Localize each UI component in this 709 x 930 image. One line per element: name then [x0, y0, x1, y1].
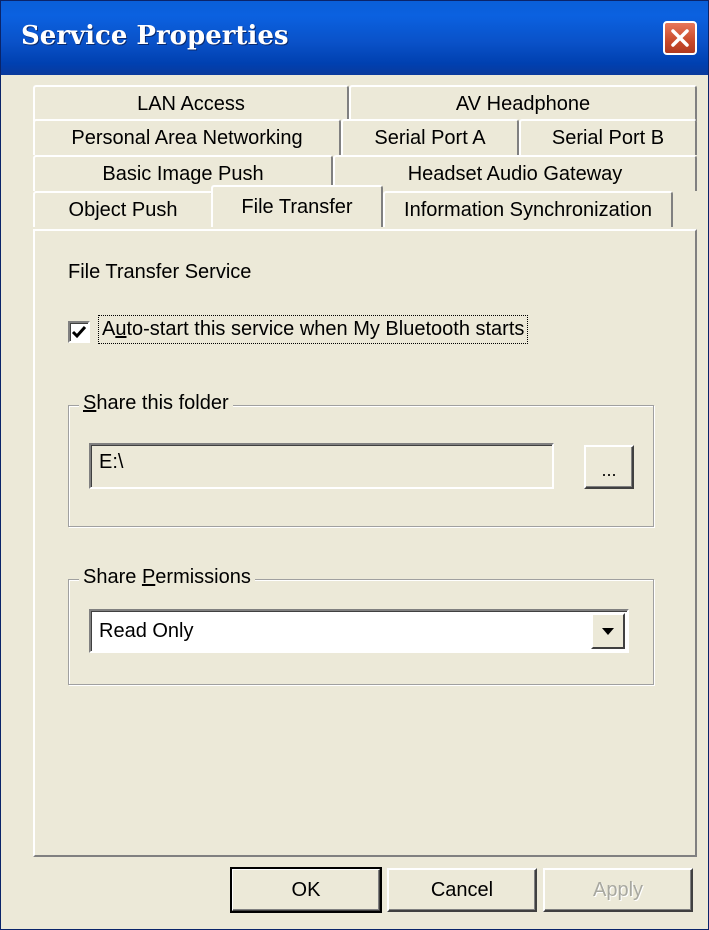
share-permissions-select[interactable]: Read Only: [89, 609, 629, 653]
tab-av-headphone[interactable]: AV Headphone: [349, 85, 697, 121]
selected-permission: Read Only: [99, 620, 194, 642]
tab-information-synchronization[interactable]: Information Synchronization: [383, 191, 673, 227]
share-permissions-title: Share Permissions: [79, 566, 255, 589]
autostart-checkbox[interactable]: [68, 321, 90, 343]
share-folder-path-field[interactable]: E:\: [89, 443, 554, 489]
tab-label: Serial Port B: [551, 126, 665, 149]
dropdown-button[interactable]: [591, 613, 625, 649]
title-mnemonic: S: [83, 392, 97, 414]
title-mnemonic: P: [141, 566, 156, 588]
window-title: Service Properties: [21, 21, 289, 51]
title-bar[interactable]: Service Properties: [1, 1, 708, 75]
tab-label: AV Headphone: [455, 92, 591, 115]
tab-serial-port-a[interactable]: Serial Port A: [341, 119, 519, 155]
autostart-label[interactable]: Auto-start this service when My Bluetoot…: [97, 315, 529, 344]
close-button[interactable]: [663, 21, 697, 55]
tab-label: Personal Area Networking: [71, 126, 303, 149]
tab-file-transfer[interactable]: File Transfer: [211, 185, 383, 227]
share-folder-title: Share this folder: [79, 392, 233, 415]
tab-label: Information Synchronization: [404, 198, 652, 221]
apply-button[interactable]: Apply: [543, 868, 693, 912]
tab-personal-area-networking[interactable]: Personal Area Networking: [33, 119, 341, 155]
tab-lan-access[interactable]: LAN Access: [33, 85, 349, 121]
tab-label: Serial Port A: [374, 126, 486, 149]
tab-headset-audio-gateway[interactable]: Headset Audio Gateway: [333, 155, 697, 191]
title-part: ermissions: [155, 566, 251, 588]
tab-label: Object Push: [68, 198, 178, 221]
service-title: File Transfer Service: [68, 261, 252, 283]
chevron-down-icon: [602, 628, 614, 635]
label-part: to-start this service when My Bluetooth …: [126, 318, 525, 340]
tab-label: LAN Access: [137, 92, 245, 115]
label-part: A: [102, 318, 116, 340]
checkmark-icon: [71, 326, 87, 339]
tab-object-push[interactable]: Object Push: [33, 191, 213, 227]
cancel-button[interactable]: Cancel: [387, 868, 537, 912]
browse-folder-button[interactable]: ...: [584, 445, 634, 489]
tab-serial-port-b[interactable]: Serial Port B: [519, 119, 697, 155]
tab-label: Headset Audio Gateway: [407, 162, 623, 185]
ok-button[interactable]: OK: [230, 867, 382, 913]
title-part: Share: [83, 566, 142, 588]
title-part: hare this folder: [96, 392, 229, 414]
close-icon: [671, 29, 689, 47]
tab-label: Basic Image Push: [102, 162, 264, 185]
label-mnemonic: u: [115, 318, 127, 340]
service-properties-dialog: Service Properties LAN Access AV Headpho…: [0, 0, 709, 930]
tab-label: File Transfer: [241, 195, 353, 218]
